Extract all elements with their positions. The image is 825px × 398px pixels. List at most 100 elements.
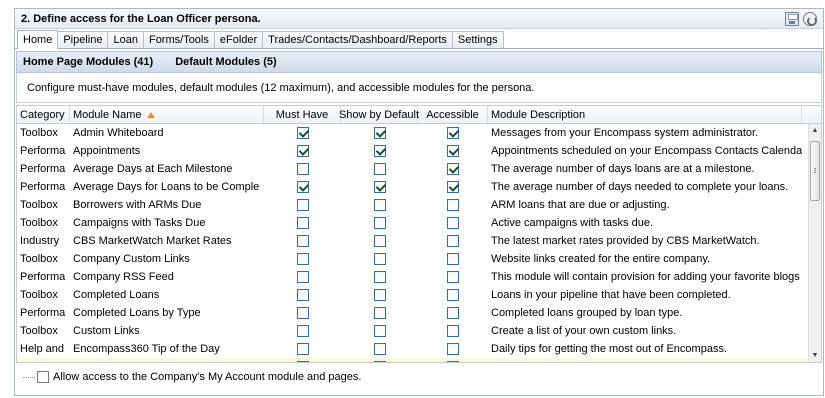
table-row[interactable]: Toolbox Company Custom Links Website links… (17, 250, 821, 268)
show-by-default-checkbox[interactable] (373, 307, 386, 319)
show-by-default-checkbox[interactable] (373, 145, 386, 157)
panel-titlebar: 2. Define access for the Loan Officer pe… (15, 9, 823, 29)
accessible-checkbox[interactable] (447, 325, 459, 337)
cell-module-description: Completed loans grouped by loan type. (491, 307, 683, 319)
allow-my-account-checkbox[interactable] (37, 371, 49, 383)
must-have-checkbox[interactable] (296, 325, 309, 337)
scrollbar-thumb[interactable] (810, 141, 820, 201)
cell-category: Toolbox (20, 217, 58, 229)
column-header-accessible[interactable]: Accessible (418, 106, 488, 123)
footer: Allow access to the Company's My Account… (15, 359, 823, 395)
modules-grid: Category Module Name Must Have Show by D… (16, 105, 822, 363)
must-have-checkbox[interactable] (296, 217, 309, 229)
table-row[interactable]: Performa Appointments Appointments schedul… (17, 142, 821, 160)
reset-icon[interactable] (803, 11, 817, 26)
cell-module-description: Messages from your Encompass system admi… (491, 127, 759, 139)
cell-category: Performa (20, 271, 66, 283)
accessible-checkbox[interactable] (447, 199, 459, 211)
cell-module-description: The average number of days needed to com… (491, 181, 789, 193)
instructions-text: Configure must-have modules, default mod… (27, 81, 535, 94)
show-by-default-checkbox[interactable] (373, 253, 386, 265)
tab-forms-tools[interactable]: Forms/Tools (142, 31, 215, 48)
cell-module-name: Average Days for Loans to be Comple (73, 181, 260, 193)
must-have-checkbox[interactable] (296, 271, 309, 283)
show-by-default-checkbox[interactable] (373, 235, 386, 247)
table-row[interactable]: Help and Encompass360 Tip of the Day Daily… (17, 340, 821, 358)
table-row[interactable]: Performa Average Days for Loans to be Com… (17, 178, 821, 196)
tab-efolder[interactable]: eFolder (213, 31, 264, 48)
must-have-checkbox[interactable] (296, 163, 309, 175)
must-have-checkbox[interactable] (296, 343, 309, 355)
cell-module-name: Company RSS Feed (73, 271, 174, 283)
save-icon[interactable] (785, 11, 799, 26)
cell-module-name: Completed Loans (73, 289, 160, 301)
table-row[interactable]: Toolbox Campaigns with Tasks Due Active ca… (17, 214, 821, 232)
show-by-default-checkbox[interactable] (373, 325, 386, 337)
must-have-checkbox[interactable] (296, 127, 309, 139)
cell-category: Toolbox (20, 199, 58, 211)
cell-category: Toolbox (20, 253, 58, 265)
show-by-default-checkbox[interactable] (373, 289, 386, 301)
must-have-checkbox[interactable] (296, 253, 309, 265)
show-by-default-checkbox[interactable] (373, 199, 386, 211)
table-row[interactable]: Toolbox Completed Loans Loans in your pipe… (17, 286, 821, 304)
accessible-checkbox[interactable] (447, 127, 459, 139)
accessible-checkbox[interactable] (447, 307, 459, 319)
column-header-must-have[interactable]: Must Have (264, 106, 341, 123)
show-by-default-checkbox[interactable] (373, 343, 386, 355)
column-header-module-name[interactable]: Module Name (70, 106, 264, 123)
tab-home[interactable]: Home (17, 30, 59, 49)
accessible-checkbox[interactable] (447, 217, 459, 229)
accessible-checkbox[interactable] (447, 145, 459, 157)
module-summary-bar: Home Page Modules (41) Default Modules (… (16, 51, 822, 73)
column-header-category[interactable]: Category (17, 106, 70, 123)
must-have-checkbox[interactable] (296, 307, 309, 319)
must-have-checkbox[interactable] (296, 289, 309, 301)
table-row[interactable]: Performa Company RSS Feed This module will… (17, 268, 821, 286)
tab-trades-contacts-dashboard-reports[interactable]: Trades/Contacts/Dashboard/Reports (262, 31, 453, 48)
show-by-default-checkbox[interactable] (373, 163, 386, 175)
cell-module-name: Admin Whiteboard (73, 127, 164, 139)
table-row[interactable]: Industry CBS MarketWatch Market Rates The … (17, 232, 821, 250)
show-by-default-checkbox[interactable] (373, 271, 386, 283)
cell-module-description: Loans in your pipeline that have been co… (491, 289, 731, 301)
cell-module-name: Company Custom Links (73, 253, 190, 265)
accessible-checkbox[interactable] (447, 163, 459, 175)
show-by-default-checkbox[interactable] (373, 217, 386, 229)
accessible-checkbox[interactable] (447, 271, 459, 283)
show-by-default-checkbox[interactable] (373, 181, 386, 193)
table-row[interactable]: Performa Average Days at Each Milestone Th… (17, 160, 821, 178)
accessible-checkbox[interactable] (447, 235, 459, 247)
cell-module-description: Appointments scheduled on your Encompass… (491, 145, 802, 157)
show-by-default-checkbox[interactable] (373, 127, 386, 139)
table-row[interactable]: Performa Completed Loans by Type Completed… (17, 304, 821, 322)
sort-ascending-icon (147, 111, 156, 118)
accessible-checkbox[interactable] (447, 343, 459, 355)
allow-my-account-label: Allow access to the Company's My Account… (53, 371, 362, 383)
cell-category: Toolbox (20, 127, 58, 139)
cell-module-description: The latest market rates provided by CBS … (491, 235, 760, 247)
tab-loan[interactable]: Loan (107, 31, 144, 48)
scroll-up-icon[interactable]: ▲ (809, 124, 821, 137)
column-header-module-description[interactable]: Module Description (488, 106, 802, 123)
accessible-checkbox[interactable] (447, 289, 459, 301)
home-page-modules-count: Home Page Modules (41) (23, 56, 154, 68)
tab-settings[interactable]: Settings (451, 31, 504, 48)
column-header-show-by-default[interactable]: Show by Default (339, 106, 419, 123)
table-row[interactable]: Toolbox Custom Links Create a list of your… (17, 322, 821, 340)
must-have-checkbox[interactable] (296, 199, 309, 211)
accessible-checkbox[interactable] (447, 253, 459, 265)
table-row[interactable]: Toolbox Admin Whiteboard Messages from you… (17, 124, 821, 142)
must-have-checkbox[interactable] (296, 181, 309, 193)
default-modules-count: Default Modules (5) (175, 56, 277, 68)
cell-module-description: The average number of days loans are at … (491, 163, 755, 175)
cell-module-name: Borrowers with ARMs Due (73, 199, 202, 211)
cell-module-name: Campaigns with Tasks Due (73, 217, 206, 229)
vertical-scrollbar[interactable]: ▲ ▼ (808, 124, 821, 362)
table-row[interactable]: Toolbox Borrowers with ARMs Due ARM loans … (17, 196, 821, 214)
must-have-checkbox[interactable] (296, 145, 309, 157)
accessible-checkbox[interactable] (447, 181, 459, 193)
cell-module-name: Completed Loans by Type (73, 307, 201, 319)
tab-pipeline[interactable]: Pipeline (57, 31, 109, 48)
must-have-checkbox[interactable] (296, 235, 309, 247)
